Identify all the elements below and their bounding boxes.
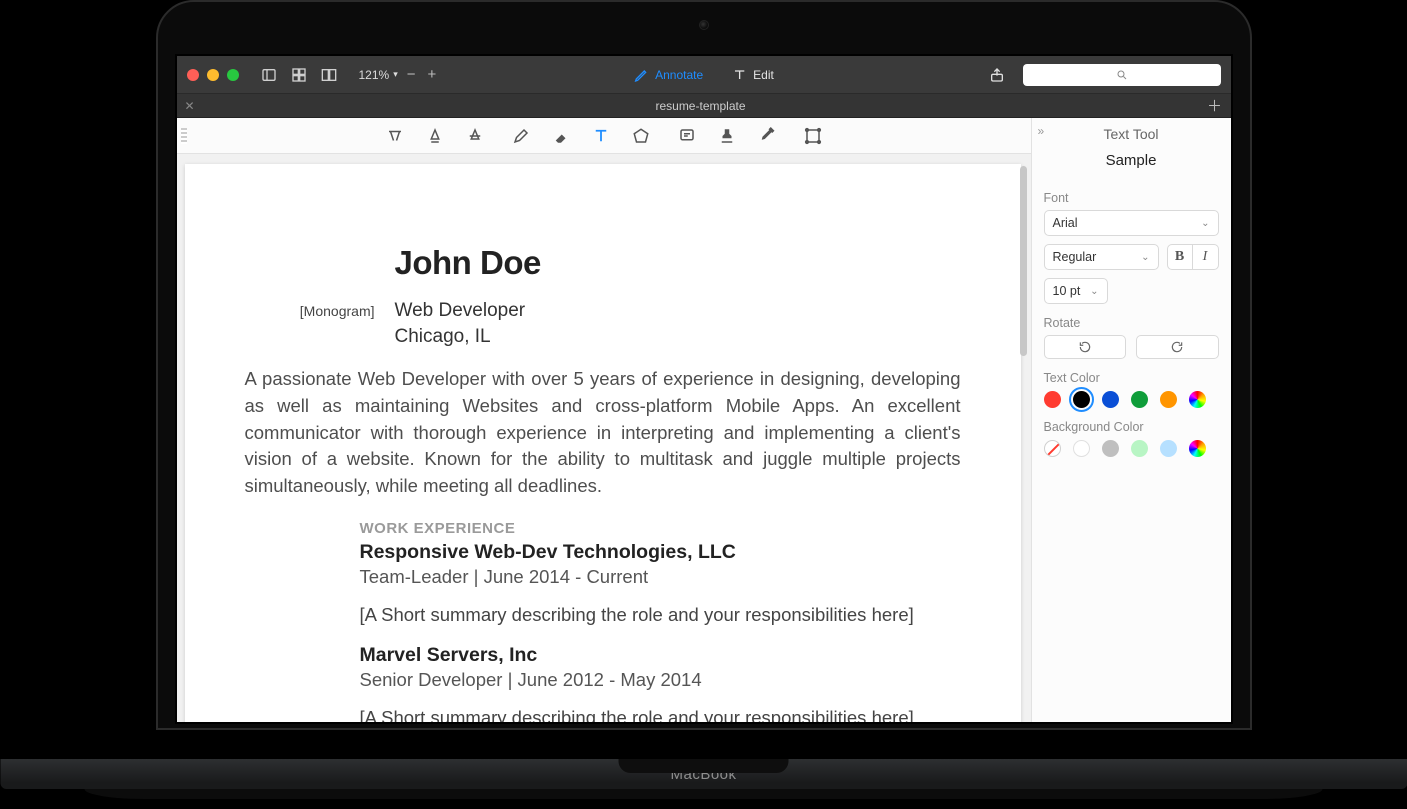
font-section-label: Font xyxy=(1044,191,1219,205)
inspector-sample: Sample xyxy=(1044,152,1219,169)
zoom-dropdown[interactable]: 121% ▾ xyxy=(359,68,398,82)
inspector-panel: » Text Tool Sample Font Arial ⌄ Regular … xyxy=(1031,118,1231,722)
close-window-button[interactable] xyxy=(187,69,199,81)
chevron-down-icon: ⌄ xyxy=(1141,252,1149,263)
tab-title[interactable]: resume-template xyxy=(655,99,745,113)
annotate-mode-button[interactable]: Annotate xyxy=(633,67,703,83)
share-button[interactable] xyxy=(985,64,1009,86)
stamp-tool[interactable] xyxy=(716,125,738,147)
job-company: Responsive Web-Dev Technologies, LLC xyxy=(360,541,961,564)
bg-color-label: Background Color xyxy=(1044,420,1219,434)
job-subtitle: Senior Developer | June 2012 - May 2014 xyxy=(360,669,961,691)
bg-color-picker[interactable] xyxy=(1189,440,1206,457)
view-layout-buttons xyxy=(257,64,341,86)
document-viewport[interactable]: John Doe [Monogram] Web Developer Chicag… xyxy=(177,154,1031,722)
text-color-green[interactable] xyxy=(1131,391,1148,408)
text-color-orange[interactable] xyxy=(1160,391,1177,408)
zoom-control: 121% ▾ − + xyxy=(359,66,440,83)
zoom-out-button[interactable]: − xyxy=(404,66,419,83)
zoom-value: 121% xyxy=(359,68,390,82)
annotate-label: Annotate xyxy=(655,68,703,82)
bg-color-swatches xyxy=(1044,440,1219,457)
job-description: [A Short summary describing the role and… xyxy=(360,707,961,722)
app-window: 121% ▾ − + Annotate Edit xyxy=(175,54,1233,724)
job-entry: Marvel Servers, Inc Senior Developer | J… xyxy=(360,644,961,722)
resume-role: Web Developer xyxy=(395,300,526,322)
font-weight-value: Regular xyxy=(1053,250,1097,264)
annotate-toolbar xyxy=(177,118,1031,154)
inspector-title: Text Tool xyxy=(1044,126,1219,142)
job-entry: Responsive Web-Dev Technologies, LLC Tea… xyxy=(360,541,961,626)
trackpad-notch xyxy=(619,759,789,773)
toolbar-grip xyxy=(181,128,187,144)
bg-color-lightgreen[interactable] xyxy=(1131,440,1148,457)
job-company: Marvel Servers, Inc xyxy=(360,644,961,667)
pencil-tool[interactable] xyxy=(510,125,532,147)
laptop-base: MacBook xyxy=(0,759,1407,803)
search-input[interactable] xyxy=(1023,64,1221,86)
sidebar-toggle-icon[interactable] xyxy=(257,64,281,86)
edit-label: Edit xyxy=(753,68,774,82)
chevron-down-icon: ⌄ xyxy=(1201,218,1209,229)
collapse-inspector-button[interactable]: » xyxy=(1038,124,1045,138)
job-description: [A Short summary describing the role and… xyxy=(360,604,961,626)
bold-toggle[interactable]: B xyxy=(1167,244,1193,270)
font-weight-select[interactable]: Regular ⌄ xyxy=(1044,244,1159,270)
text-color-label: Text Color xyxy=(1044,371,1219,385)
section-heading: WORK EXPERIENCE xyxy=(360,520,961,537)
bg-color-white[interactable] xyxy=(1073,440,1090,457)
text-color-swatches xyxy=(1044,391,1219,408)
eyedropper-tool[interactable] xyxy=(756,125,778,147)
resume-location: Chicago, IL xyxy=(395,326,961,348)
minimize-window-button[interactable] xyxy=(207,69,219,81)
zoom-window-button[interactable] xyxy=(227,69,239,81)
monogram-placeholder: [Monogram] xyxy=(300,303,375,319)
main-area: John Doe [Monogram] Web Developer Chicag… xyxy=(177,118,1231,722)
bg-color-none[interactable] xyxy=(1044,440,1061,457)
tab-close-button[interactable]: ✕ xyxy=(181,97,199,115)
rotate-cw-button[interactable] xyxy=(1136,335,1219,359)
strikethrough-tool[interactable] xyxy=(464,125,486,147)
new-tab-button[interactable]: ＋ xyxy=(1202,94,1226,118)
text-color-picker[interactable] xyxy=(1189,391,1206,408)
italic-toggle[interactable]: I xyxy=(1193,244,1219,270)
shape-tool[interactable] xyxy=(630,125,652,147)
underline-tool[interactable] xyxy=(424,125,446,147)
resume-summary: A passionate Web Developer with over 5 y… xyxy=(245,366,961,500)
chevron-down-icon: ⌄ xyxy=(1090,286,1098,297)
zoom-in-button[interactable]: + xyxy=(425,66,440,83)
rotate-section-label: Rotate xyxy=(1044,316,1219,330)
font-size-value: 10 pt xyxy=(1053,284,1081,298)
font-family-select[interactable]: Arial ⌄ xyxy=(1044,210,1219,236)
text-color-red[interactable] xyxy=(1044,391,1061,408)
rotate-ccw-button[interactable] xyxy=(1044,335,1127,359)
window-toolbar: 121% ▾ − + Annotate Edit xyxy=(177,56,1231,94)
font-size-select[interactable]: 10 pt ⌄ xyxy=(1044,278,1108,304)
tab-strip: ✕ resume-template ＋ xyxy=(177,94,1231,118)
document-pane: John Doe [Monogram] Web Developer Chicag… xyxy=(177,118,1031,722)
job-subtitle: Team-Leader | June 2014 - Current xyxy=(360,566,961,588)
chevron-down-icon: ▾ xyxy=(393,69,398,80)
two-page-view-icon[interactable] xyxy=(317,64,341,86)
text-color-blue[interactable] xyxy=(1102,391,1119,408)
note-tool[interactable] xyxy=(676,125,698,147)
text-tool[interactable] xyxy=(590,125,612,147)
edit-mode-button[interactable]: Edit xyxy=(731,67,774,83)
selection-tool[interactable] xyxy=(802,125,824,147)
camera-dot xyxy=(699,20,709,30)
eraser-tool[interactable] xyxy=(550,125,572,147)
resume-name: John Doe xyxy=(395,244,961,282)
font-family-value: Arial xyxy=(1053,216,1078,230)
traffic-lights xyxy=(187,69,239,81)
thumbnails-view-icon[interactable] xyxy=(287,64,311,86)
text-style-tool[interactable] xyxy=(384,125,406,147)
search-icon xyxy=(1116,69,1128,81)
document-page: John Doe [Monogram] Web Developer Chicag… xyxy=(185,164,1021,722)
bg-color-grey[interactable] xyxy=(1102,440,1119,457)
bg-color-lightblue[interactable] xyxy=(1160,440,1177,457)
text-color-black[interactable] xyxy=(1073,391,1090,408)
scrollbar-thumb[interactable] xyxy=(1020,166,1027,356)
